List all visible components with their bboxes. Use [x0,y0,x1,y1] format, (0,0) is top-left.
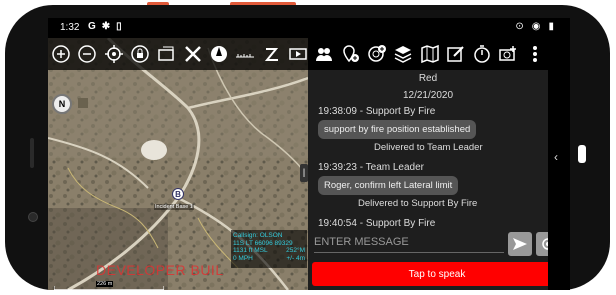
tap-to-speak-button[interactable]: Tap to speak [312,262,562,286]
incident-marker-icon[interactable]: B [172,188,184,200]
message-bubble[interactable]: support by fire position established [318,120,477,139]
stack-layers-icon[interactable] [392,43,414,65]
video-icon[interactable] [287,43,309,65]
back-nav-icon[interactable]: ‹ [554,150,558,164]
chat-date: 12/21/2020 [402,90,454,101]
message-input[interactable] [314,232,504,253]
storage-icon: ▯ [116,21,122,32]
delivery-status: Delivered to Support By Fire [358,198,478,209]
marker-name: Incident Base 1 [154,204,194,210]
zoom-in-icon[interactable] [50,43,72,65]
android-nav-strip: ‹ [548,38,570,290]
coordinate-text: 11S LT 66096 89329 [233,239,293,247]
self-info-box[interactable]: Callsign: OLSON 11S LT 66096 89329 1131 … [231,230,307,268]
compass-icon[interactable]: N [52,94,72,114]
front-camera [28,212,38,222]
camera-add-icon[interactable] [497,43,519,65]
screen: N B Incident Base 1 226 m ║ DEVELOPER BU… [48,18,570,290]
notification-icon: ✱ [101,21,111,32]
layers-frame-icon[interactable] [155,43,177,65]
send-icon [513,238,527,250]
status-bar: 1:32 G ✱ ▯ ⊙ ◉ ▮ [48,18,570,38]
home-pill-icon[interactable] [578,145,586,163]
location-status-icon: ⊙ [515,21,524,32]
elev-heading-row: 1131 ft MSL 252°M [233,247,305,255]
phone-frame: N B Incident Base 1 226 m ║ DEVELOPER BU… [0,0,616,295]
timer-icon[interactable] [471,43,493,65]
compass-rose-icon[interactable] [208,43,230,65]
chat-title: Red [418,73,438,84]
vibrate-icon: ◉ [531,21,541,32]
google-icon: G [88,21,96,32]
callsign-text: Callsign: OLSON [233,232,283,239]
panel-drag-handle[interactable]: ║ [300,164,308,182]
zoom-out-icon[interactable] [76,43,98,65]
more-vertical-icon[interactable] [524,43,546,65]
accuracy-text: +/- 4m [286,254,305,262]
heading-text: 252°M [286,247,305,254]
elevation-text: 1131 ft MSL [233,247,268,254]
target-plus-icon[interactable] [366,43,388,65]
status-notification-icons: G ✱ ▯ [88,21,122,32]
compose-bar [308,228,560,258]
speaker-grille [30,138,34,168]
marker-letter: B [175,189,181,199]
lock-icon[interactable] [129,43,151,65]
battery-icon: ▮ [548,21,554,32]
map-icon[interactable] [418,43,440,65]
top-toolbar [48,38,548,70]
map-pin-plus-icon[interactable] [339,43,361,65]
developer-watermark: DEVELOPER BUIL [96,262,224,278]
message-header: 19:38:09 - Support By Fire [318,106,436,117]
message-header: 19:39:23 - Team Leader [318,162,425,173]
scale-label: 226 m [96,281,114,287]
delivery-status: Delivered to Team Leader [374,142,483,153]
z-draw-icon[interactable] [261,43,283,65]
status-system-icons: ⊙ ◉ ▮ [515,21,554,32]
compass-label: N [58,99,66,109]
message-bubble[interactable]: Roger, confirm left Lateral limit [318,176,459,195]
speed-accuracy-row: 0 MPH +/- 4m [233,255,305,263]
close-x-icon[interactable] [182,43,204,65]
ruler-icon[interactable] [234,43,256,65]
edit-note-icon[interactable] [445,43,467,65]
send-button[interactable] [508,232,532,256]
status-time: 1:32 [60,22,80,33]
team-icon[interactable] [313,43,335,65]
locate-icon[interactable] [103,43,125,65]
speed-text: 0 MPH [233,254,253,262]
